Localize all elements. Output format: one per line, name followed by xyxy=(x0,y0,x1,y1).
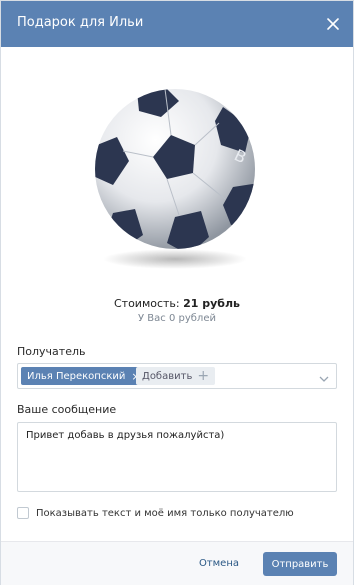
send-button[interactable]: Отправить xyxy=(263,552,337,576)
add-recipient-button[interactable]: Добавить + xyxy=(136,367,216,385)
close-icon[interactable] xyxy=(323,14,343,34)
privacy-checkbox-row[interactable]: Показывать текст и моё имя только получа… xyxy=(17,507,294,519)
cost-value: 21 рубль xyxy=(183,297,240,310)
gift-image-area: B xyxy=(1,47,353,287)
recipient-token-name: Илья Перекопский xyxy=(27,370,126,382)
chevron-down-icon[interactable] xyxy=(318,370,330,382)
soccer-ball-image: B xyxy=(95,89,255,269)
dialog-title: Подарок для Ильи xyxy=(17,15,144,30)
privacy-checkbox-label: Показывать текст и моё имя только получа… xyxy=(36,507,294,519)
recipient-label: Получатель xyxy=(17,345,86,358)
add-recipient-label: Добавить xyxy=(142,370,193,382)
cancel-button[interactable]: Отмена xyxy=(199,558,239,569)
recipient-field[interactable]: Илья Перекопский × Добавить + xyxy=(17,363,337,389)
cost-label: Стоимость: xyxy=(113,297,180,310)
dialog-footer: Отмена Отправить xyxy=(1,541,353,585)
recipient-token: Илья Перекопский × xyxy=(21,367,145,385)
gift-dialog: Подарок для Ильи B Стоимость: 21 рубль У… xyxy=(0,0,354,585)
dialog-header: Подарок для Ильи xyxy=(1,1,353,47)
plus-icon: + xyxy=(197,368,210,384)
balance-text: У Вас 0 рублей xyxy=(138,313,216,324)
message-textarea[interactable]: Привет добавь в друзья пожалуйста) xyxy=(17,422,337,492)
gift-cost: Стоимость: 21 рубль xyxy=(1,297,353,310)
message-label: Ваше сообщение xyxy=(17,403,117,416)
privacy-checkbox[interactable] xyxy=(17,507,29,519)
